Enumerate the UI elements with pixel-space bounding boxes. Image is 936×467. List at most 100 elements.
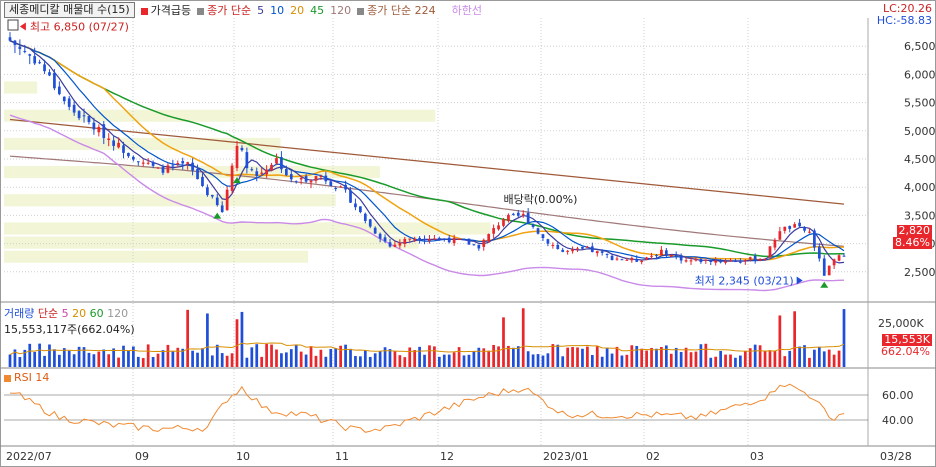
candle-body[interactable] [18, 46, 22, 50]
volume-bar[interactable] [220, 353, 224, 367]
volume-bar[interactable] [191, 350, 194, 367]
volume-bar[interactable] [393, 350, 397, 367]
volume-bar[interactable] [477, 347, 481, 367]
candle-body[interactable] [428, 239, 431, 241]
volume-bar[interactable] [808, 357, 811, 367]
candle-body[interactable] [679, 255, 683, 261]
candle-body[interactable] [625, 259, 629, 261]
candle-body[interactable] [817, 246, 821, 259]
ma224-legend[interactable]: 종가 단순 224 [357, 2, 436, 18]
volume-bar[interactable] [502, 317, 505, 367]
volume-bar[interactable] [743, 351, 747, 367]
candle-body[interactable] [437, 238, 441, 240]
candle-body[interactable] [334, 188, 338, 190]
volume-bar[interactable] [734, 357, 737, 367]
volume-bar[interactable] [265, 343, 268, 367]
candle-body[interactable] [758, 258, 762, 261]
volume-bar[interactable] [127, 350, 130, 367]
volume-bar[interactable] [161, 350, 165, 367]
candle-body[interactable] [314, 176, 318, 181]
candle-body[interactable] [388, 242, 392, 247]
volume-bar[interactable] [225, 355, 229, 367]
volume-bar[interactable] [842, 309, 846, 367]
volume-bar[interactable] [215, 344, 219, 367]
candle-body[interactable] [408, 238, 412, 240]
candle-body[interactable] [299, 177, 303, 180]
volume-bar[interactable] [837, 350, 841, 367]
volume-bar[interactable] [778, 315, 782, 367]
candle-body[interactable] [645, 257, 648, 260]
candle-body[interactable] [136, 161, 140, 163]
candle-body[interactable] [339, 186, 342, 188]
candle-body[interactable] [319, 176, 323, 178]
candle-body[interactable] [181, 161, 185, 164]
volume-bar[interactable] [250, 347, 254, 367]
volume-bar[interactable] [783, 356, 787, 367]
volume-bar[interactable] [620, 355, 624, 367]
volume-bar[interactable] [694, 351, 698, 367]
volume-bar[interactable] [581, 348, 584, 367]
volume-bar[interactable] [793, 311, 797, 367]
candle-body[interactable] [689, 260, 693, 262]
candle-body[interactable] [127, 152, 130, 157]
volume-bar[interactable] [472, 351, 476, 367]
candle-body[interactable] [413, 238, 417, 241]
volume-bar[interactable] [590, 355, 594, 367]
volume-bar[interactable] [497, 346, 500, 367]
volume-bar[interactable] [245, 357, 249, 367]
volume-bar[interactable] [388, 349, 392, 367]
volume-bar[interactable] [299, 351, 303, 367]
candle-body[interactable] [225, 189, 229, 211]
volume-bar[interactable] [595, 346, 599, 367]
candle-body[interactable] [102, 124, 106, 138]
volume-bar[interactable] [240, 311, 244, 367]
candle-body[interactable] [275, 158, 278, 164]
candle-body[interactable] [250, 169, 254, 171]
volume-bar[interactable] [512, 347, 515, 367]
volume-bar[interactable] [97, 351, 101, 367]
volume-bar[interactable] [314, 355, 318, 367]
volume-bar[interactable] [655, 348, 658, 367]
candle-body[interactable] [72, 104, 76, 113]
candle-body[interactable] [191, 162, 194, 171]
candle-body[interactable] [442, 238, 446, 240]
volume-bar[interactable] [72, 354, 76, 367]
volume-bar[interactable] [349, 348, 352, 367]
volume-bar[interactable] [452, 352, 456, 367]
volume-bar[interactable] [521, 308, 525, 367]
candle-body[interactable] [176, 163, 180, 165]
candle-body[interactable] [92, 122, 96, 130]
volume-bar[interactable] [368, 356, 372, 367]
volume-bar[interactable] [610, 353, 614, 367]
candle-body[interactable] [393, 244, 397, 247]
candle-body[interactable] [215, 197, 219, 206]
volume-bar[interactable] [457, 347, 461, 367]
candle-body[interactable] [186, 162, 190, 164]
volume-bar[interactable] [561, 356, 565, 367]
candle-body[interactable] [753, 256, 757, 261]
candle-body[interactable] [590, 246, 594, 253]
candle-body[interactable] [349, 190, 352, 203]
candle-body[interactable] [743, 260, 747, 262]
volume-bar[interactable] [289, 349, 293, 367]
candle-body[interactable] [640, 260, 644, 263]
volume-bar[interactable] [270, 344, 273, 367]
candle-body[interactable] [699, 259, 703, 263]
volume-bar[interactable] [354, 356, 357, 367]
volume-bar[interactable] [714, 356, 718, 367]
volume-bar[interactable] [650, 347, 653, 367]
candle-body[interactable] [803, 227, 806, 231]
candle-body[interactable] [171, 165, 175, 167]
candle-body[interactable] [329, 181, 333, 187]
candle-body[interactable] [53, 72, 56, 89]
candle-body[interactable] [284, 168, 288, 176]
volume-bar[interactable] [62, 348, 66, 367]
volume-bar[interactable] [724, 354, 727, 367]
candle-body[interactable] [477, 244, 481, 249]
candle-body[interactable] [521, 213, 525, 215]
candle-body[interactable] [704, 259, 708, 261]
volume-bar[interactable] [635, 345, 639, 367]
volume-bar[interactable] [166, 344, 170, 367]
candle-body[interactable] [418, 237, 421, 241]
volume-bar[interactable] [48, 344, 51, 367]
